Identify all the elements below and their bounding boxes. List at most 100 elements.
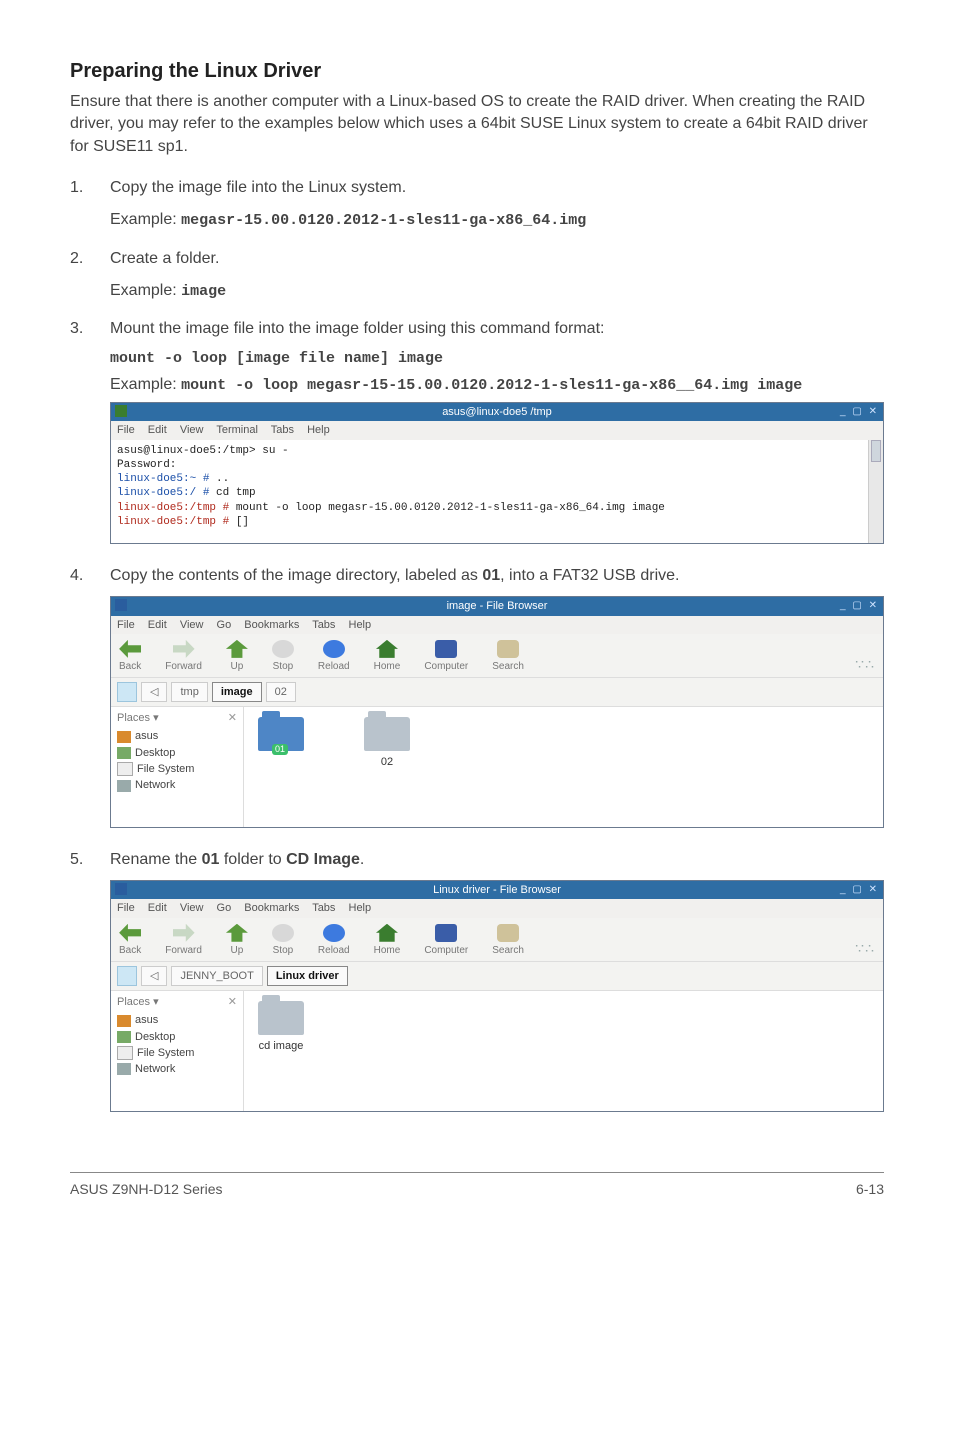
term-line-3b: .. [209, 473, 229, 485]
folder-icon [115, 599, 127, 611]
filesystem-icon [117, 762, 133, 776]
back-button[interactable]: Back [119, 640, 141, 673]
reload-button[interactable]: Reload [318, 924, 350, 957]
folder-01[interactable]: 01 [258, 717, 304, 769]
step-2-example-code: image [181, 283, 226, 300]
window-buttons[interactable]: _ ▢ ✕ [840, 405, 879, 418]
menu-view[interactable]: View [180, 902, 204, 914]
menu-file[interactable]: File [117, 619, 135, 631]
places-header[interactable]: Places ▾ [117, 995, 159, 1009]
up-button[interactable]: Up [226, 924, 248, 957]
menu-edit[interactable]: Edit [148, 619, 167, 631]
home-button[interactable]: Home [374, 640, 401, 673]
step-4-bold: 01 [482, 567, 500, 584]
path-crumb-linuxdriver[interactable]: Linux driver [267, 966, 348, 986]
place-asus[interactable]: asus [117, 1013, 237, 1027]
close-sidebar-icon[interactable]: ✕ [228, 711, 237, 725]
back-label: Back [119, 945, 141, 956]
places-header[interactable]: Places ▾ [117, 711, 159, 725]
menu-edit[interactable]: Edit [148, 424, 167, 436]
place-asus-label: asus [135, 729, 158, 743]
search-button[interactable]: Search [492, 640, 524, 673]
fb1-menubar[interactable]: File Edit View Go Bookmarks Tabs Help [111, 616, 883, 634]
place-fs-label: File System [137, 762, 194, 776]
place-desktop[interactable]: Desktop [117, 746, 237, 760]
stop-label: Stop [273, 945, 294, 956]
menu-help[interactable]: Help [349, 902, 372, 914]
path-crumb-back[interactable]: ◁ [141, 966, 167, 986]
forward-button[interactable]: Forward [165, 640, 202, 673]
place-network[interactable]: Network [117, 1062, 237, 1076]
menu-file[interactable]: File [117, 424, 135, 436]
search-button[interactable]: Search [492, 924, 524, 957]
menu-help[interactable]: Help [307, 424, 330, 436]
place-filesystem[interactable]: File System [117, 1046, 237, 1060]
reload-icon [323, 924, 345, 942]
reload-button[interactable]: Reload [318, 640, 350, 673]
forward-icon [173, 640, 195, 658]
file-browser-2: Linux driver - File Browser _ ▢ ✕ File E… [110, 880, 884, 1112]
search-label: Search [492, 661, 524, 672]
place-desktop[interactable]: Desktop [117, 1030, 237, 1044]
step-4-text-b: , into a FAT32 USB drive. [500, 567, 679, 584]
fb2-content[interactable]: cd image [244, 991, 883, 1111]
path-crumb-tmp[interactable]: tmp [171, 682, 207, 702]
menu-tabs[interactable]: Tabs [271, 424, 294, 436]
menu-help[interactable]: Help [349, 619, 372, 631]
computer-button[interactable]: Computer [424, 924, 468, 957]
menu-terminal[interactable]: Terminal [216, 424, 258, 436]
place-asus[interactable]: asus [117, 729, 237, 743]
network-icon [117, 1063, 131, 1075]
window-buttons[interactable]: _ ▢ ✕ [840, 883, 879, 896]
fb1-content[interactable]: 01 02 [244, 707, 883, 827]
up-button[interactable]: Up [226, 640, 248, 673]
step-3-code1: mount -o loop [image file name] image [110, 349, 884, 369]
edit-path-icon[interactable] [117, 966, 137, 986]
menu-tabs[interactable]: Tabs [312, 902, 335, 914]
up-icon [226, 640, 248, 658]
home-button[interactable]: Home [374, 924, 401, 957]
menu-file[interactable]: File [117, 902, 135, 914]
back-button[interactable]: Back [119, 924, 141, 957]
forward-button[interactable]: Forward [165, 924, 202, 957]
menu-view[interactable]: View [180, 424, 204, 436]
window-buttons[interactable]: _ ▢ ✕ [840, 599, 879, 612]
desktop-icon [117, 1031, 131, 1043]
terminal-menubar[interactable]: File Edit View Terminal Tabs Help [111, 421, 883, 439]
menu-go[interactable]: Go [217, 619, 232, 631]
edit-path-icon[interactable] [117, 682, 137, 702]
term-line-4a: linux-doe5:/ # [117, 487, 209, 499]
place-desktop-label: Desktop [135, 746, 175, 760]
menu-bookmarks[interactable]: Bookmarks [244, 902, 299, 914]
folder-02[interactable]: 02 [364, 717, 410, 769]
desktop-icon [117, 747, 131, 759]
path-crumb-image[interactable]: image [212, 682, 262, 702]
folder-cd-image[interactable]: cd image [258, 1001, 304, 1053]
path-crumb-02[interactable]: 02 [266, 682, 296, 702]
computer-button[interactable]: Computer [424, 640, 468, 673]
forward-icon [173, 924, 195, 942]
place-asus-label: asus [135, 1013, 158, 1027]
stop-button[interactable]: Stop [272, 924, 294, 957]
menu-view[interactable]: View [180, 619, 204, 631]
terminal-body[interactable]: asus@linux-doe5:/tmp> su - Password: lin… [111, 440, 883, 544]
terminal-scrollbar[interactable] [868, 440, 883, 544]
stop-button[interactable]: Stop [272, 640, 294, 673]
term-line-1: asus@linux-doe5:/tmp> su - [117, 445, 289, 457]
menu-edit[interactable]: Edit [148, 902, 167, 914]
fb2-menubar[interactable]: File Edit View Go Bookmarks Tabs Help [111, 899, 883, 917]
menu-tabs[interactable]: Tabs [312, 619, 335, 631]
close-sidebar-icon[interactable]: ✕ [228, 995, 237, 1009]
term-line-3a: linux-doe5:~ # [117, 473, 209, 485]
place-filesystem[interactable]: File System [117, 762, 237, 776]
step-5-bold1: 01 [202, 851, 220, 868]
path-crumb-jenny[interactable]: JENNY_BOOT [171, 966, 262, 986]
place-net-label: Network [135, 778, 175, 792]
menu-go[interactable]: Go [217, 902, 232, 914]
path-crumb-back[interactable]: ◁ [141, 682, 167, 702]
place-network[interactable]: Network [117, 778, 237, 792]
up-label: Up [231, 945, 244, 956]
reload-icon [323, 640, 345, 658]
folder-icon: 01 [258, 717, 304, 751]
menu-bookmarks[interactable]: Bookmarks [244, 619, 299, 631]
